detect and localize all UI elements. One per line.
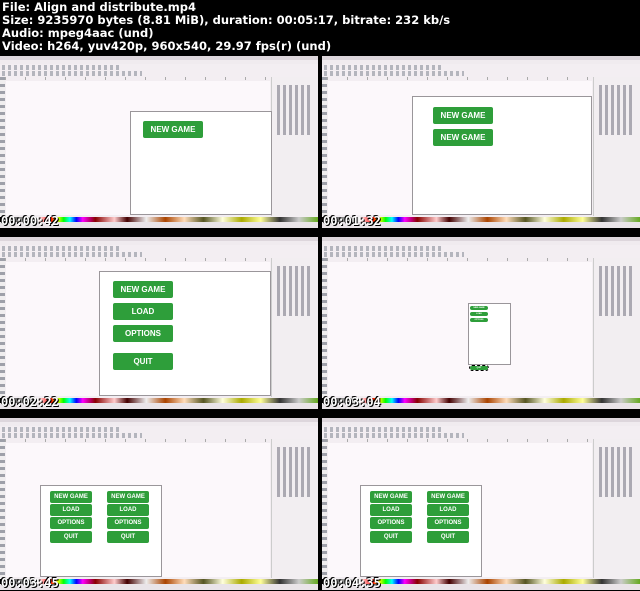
tool-controls-bar [2, 71, 142, 76]
horizontal-ruler [327, 439, 592, 442]
quit-button-copy: QUIT [427, 531, 469, 543]
align-distribute-dock [593, 439, 640, 578]
toolbox [322, 439, 327, 578]
new-game-button: NEW GAME [143, 121, 203, 138]
load-button: LOAD [113, 303, 173, 320]
align-distribute-dock [271, 439, 318, 578]
new-game-button-copy: NEW GAME [107, 491, 149, 503]
align-distribute-dock [271, 258, 318, 397]
quit-button: QUIT [113, 353, 173, 370]
align-icons [599, 85, 633, 135]
new-game-button-copy: NEW GAME [427, 491, 469, 503]
horizontal-ruler [327, 77, 592, 80]
new-game-button-copy: NEW GAME [433, 129, 493, 146]
options-button: OPTIONS [370, 517, 412, 529]
timestamp: 00:04:35 [323, 576, 381, 590]
new-game-button: NEW GAME [50, 491, 92, 503]
options-button: OPTIONS [113, 325, 173, 342]
toolbox [322, 258, 327, 397]
quit-button: QUIT [50, 531, 92, 543]
options-button-copy: OPTIONS [427, 517, 469, 529]
tool-controls-bar [2, 252, 142, 257]
command-toolbar [324, 427, 444, 432]
menu-bar [0, 241, 318, 245]
load-button-copy: LOAD [427, 504, 469, 516]
canvas-area [328, 262, 592, 396]
load-button: LOAD [470, 312, 488, 316]
command-toolbar [324, 246, 444, 251]
timestamp: 00:03:04 [323, 395, 381, 409]
load-button: LOAD [50, 504, 92, 516]
thumbnail-6[interactable]: NEW GAME LOAD OPTIONS QUIT NEW GAME LOAD… [322, 418, 640, 590]
toolbox [0, 439, 5, 578]
command-toolbar [324, 65, 444, 70]
new-game-button: NEW GAME [113, 281, 173, 298]
thumbnail-5[interactable]: NEW GAME LOAD OPTIONS QUIT NEW GAME LOAD… [0, 418, 318, 590]
timestamp: 00:03:45 [1, 576, 59, 590]
thumbnail-1[interactable]: NEW GAME 00:00:42 [0, 56, 318, 228]
options-button: OPTIONS [470, 318, 488, 322]
new-game-button: NEW GAME [433, 107, 493, 124]
quit-button: QUIT [370, 531, 412, 543]
new-game-button: NEW GAME [470, 306, 488, 310]
horizontal-ruler [327, 258, 592, 261]
menu-bar [322, 60, 640, 64]
align-icons [277, 85, 311, 135]
toolbox [0, 258, 5, 397]
options-button-copy: OPTIONS [107, 517, 149, 529]
command-toolbar [2, 246, 122, 251]
menu-bar [322, 422, 640, 426]
horizontal-ruler [5, 439, 270, 442]
toolbox [0, 77, 5, 216]
timestamp: 00:02:22 [1, 395, 59, 409]
toolbox [322, 77, 327, 216]
menu-bar [322, 241, 640, 245]
file-info-header: File: Align and distribute.mp4 Size: 923… [2, 1, 450, 53]
align-icons [277, 266, 311, 316]
command-toolbar [2, 65, 122, 70]
menu-bar [0, 422, 318, 426]
align-distribute-dock [271, 77, 318, 216]
load-button-copy: LOAD [107, 504, 149, 516]
timestamp: 00:00:42 [1, 214, 59, 228]
align-icons [599, 266, 633, 316]
tool-controls-bar [324, 252, 464, 257]
align-distribute-dock [593, 258, 640, 397]
align-icons [599, 447, 633, 497]
quit-button: QUIT [469, 365, 489, 371]
align-icons [277, 447, 311, 497]
new-game-button: NEW GAME [370, 491, 412, 503]
thumbnail-3[interactable]: NEW GAME LOAD OPTIONS QUIT 00:02:22 [0, 237, 318, 409]
thumbnail-2[interactable]: NEW GAME NEW GAME 00:01:32 [322, 56, 640, 228]
tool-controls-bar [324, 71, 464, 76]
align-distribute-dock [593, 77, 640, 216]
command-toolbar [2, 427, 122, 432]
horizontal-ruler [5, 258, 270, 261]
video-info: Video: h264, yuv420p, 960x540, 29.97 fps… [2, 39, 332, 53]
quit-button-copy: QUIT [107, 531, 149, 543]
timestamp: 00:01:32 [323, 214, 381, 228]
tool-controls-bar [2, 433, 142, 438]
options-button: OPTIONS [50, 517, 92, 529]
tool-controls-bar [324, 433, 464, 438]
horizontal-ruler [5, 77, 270, 80]
menu-bar [0, 60, 318, 64]
thumbnail-4[interactable]: NEW GAME LOAD OPTIONS QUIT 00:03:04 [322, 237, 640, 409]
load-button: LOAD [370, 504, 412, 516]
